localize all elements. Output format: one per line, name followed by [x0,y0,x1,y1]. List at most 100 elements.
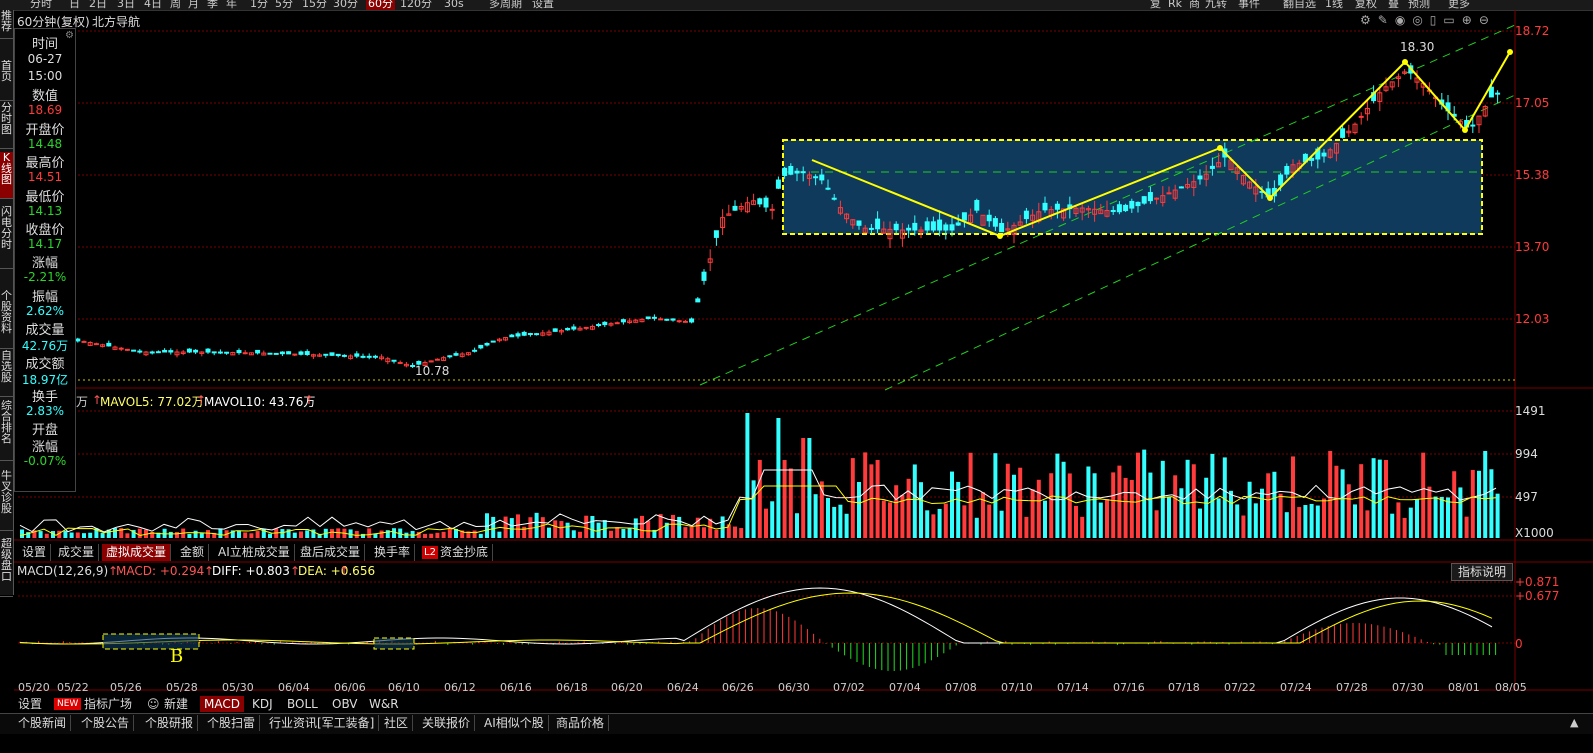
expand-icon[interactable]: ▲ [1570,716,1578,729]
label-open-change-2: 涨幅 [31,440,58,455]
news-tab-stock-news[interactable]: 个股新闻 [14,715,72,731]
macd-bars [19,608,1497,671]
volume-bar [1018,467,1023,538]
robot-icon: ☺ [147,697,160,711]
vol-axis-unit: X1000 [1515,526,1554,540]
candle-body [515,333,521,337]
volume-bar [305,530,310,538]
volume-bar [497,531,502,538]
eye-icon[interactable]: ◉ [1395,13,1412,27]
volume-bar [1036,479,1041,538]
tab-amount[interactable]: 金额 [176,544,210,561]
volume-legend-prefix: 万 [76,395,89,409]
lock-icon[interactable]: ▯ [1430,13,1444,27]
news-tab-commodity[interactable]: 商品价格 [552,715,610,731]
candle-body [484,343,490,346]
news-tab-ai-similar[interactable]: AI相似个股 [480,715,549,731]
volume-bar [113,528,117,538]
volume-bars [20,413,1500,538]
candle-body [255,349,261,354]
candle-body [856,220,862,226]
lock-open-icon[interactable]: ▭ [1443,13,1461,27]
candle-body [670,318,676,321]
news-tab-community[interactable]: 社区 [380,715,414,731]
tab-afterhours-volume[interactable]: 盘后成交量 [296,544,366,561]
indicator-help-button[interactable]: 指标说明 [1451,563,1513,581]
news-tab-risk-scan[interactable]: 个股扫雷 [203,715,261,731]
candle-body [651,316,657,319]
news-tab-announcements[interactable]: 个股公告 [77,715,135,731]
news-tab-research[interactable]: 个股研报 [141,715,199,731]
candle-body [509,334,515,338]
candle-body [118,347,124,350]
candle-body [1141,196,1147,204]
btab-boll[interactable]: BOLL [283,696,322,712]
eye-slash-icon[interactable]: ◎ [1412,13,1429,27]
candle-body [763,197,769,208]
volume-bar [627,527,632,538]
volume-bar [1154,510,1159,538]
zoom-in-icon[interactable]: ⊕ [1462,13,1479,27]
news-tab-related-quotes[interactable]: 关联报价 [418,715,476,731]
tab-fund-bottom[interactable]: 资金抄底 [436,544,494,561]
low-annotation: 10.78 [415,364,450,378]
candle-body [1340,128,1346,138]
candle-body [434,358,440,361]
volume-bar [1043,500,1047,538]
arrow-head [997,233,1003,239]
candle-body [298,351,304,355]
volume-bar [447,528,452,538]
volume-bar [1470,469,1475,538]
zoom-out-icon[interactable]: ⊖ [1479,13,1496,27]
candle-body [930,221,936,231]
volume-bar [751,480,756,538]
volume-bar [509,518,514,538]
btab-kdj[interactable]: KDJ [248,696,277,712]
volume-bar [1402,517,1407,538]
volume-bar [1129,479,1134,538]
volume-bar [516,514,520,538]
volume-bar [63,530,68,538]
date-label: 07/30 [1392,681,1424,694]
btab-new[interactable]: 新建 [160,696,192,712]
btab-obv[interactable]: OBV [328,696,362,712]
date-label: 07/18 [1168,681,1200,694]
volume-bar [999,510,1004,538]
kline-chart[interactable] [0,0,1593,753]
candle-body [75,338,81,342]
volume-bar [683,527,688,538]
volume-bar [1340,469,1345,538]
date-label: 06/12 [444,681,476,694]
tab-volume[interactable]: 成交量 [54,544,100,561]
date-label: 06/26 [722,681,754,694]
pen-icon[interactable]: ✎ [1378,13,1395,27]
news-tab-industry[interactable]: 行业资讯[军工装备] [265,715,380,731]
btab-macd[interactable]: MACD [200,696,244,712]
tab-virtual-volume[interactable]: 虚拟成交量 [102,544,172,561]
tab-ai-volume[interactable]: AI立桩成交量 [214,544,295,561]
mavol10-trend-icon: ↑ [304,393,315,407]
date-label: 06/04 [278,681,310,694]
volume-bar [795,513,799,538]
candle-body [534,333,540,336]
volume-bar [807,438,812,538]
candle-body [955,222,961,226]
date-label: 06/16 [500,681,532,694]
btab-settings[interactable]: 设置 [14,696,46,712]
volume-bar [677,516,682,538]
tab-turnover-rate[interactable]: 换手率 [370,544,416,561]
volume-bar [44,533,49,538]
arrow-head [1402,59,1408,65]
settings-gear-icon[interactable]: ⚙ [1360,13,1378,27]
macd-axis-zero: 0 [1515,637,1523,651]
volume-bar [367,528,372,538]
candle-body [1278,174,1284,186]
candle-body [819,174,825,181]
volume-bar [962,505,967,538]
btab-wr[interactable]: W&R [365,696,403,712]
btab-indicator-square[interactable]: 指标广场 [80,696,136,712]
vol-axis-1: 1491 [1515,404,1546,418]
volume-bar [1222,457,1227,538]
dea-trend-icon: ↑ [339,564,350,578]
tab-settings[interactable]: 设置 [18,544,52,561]
